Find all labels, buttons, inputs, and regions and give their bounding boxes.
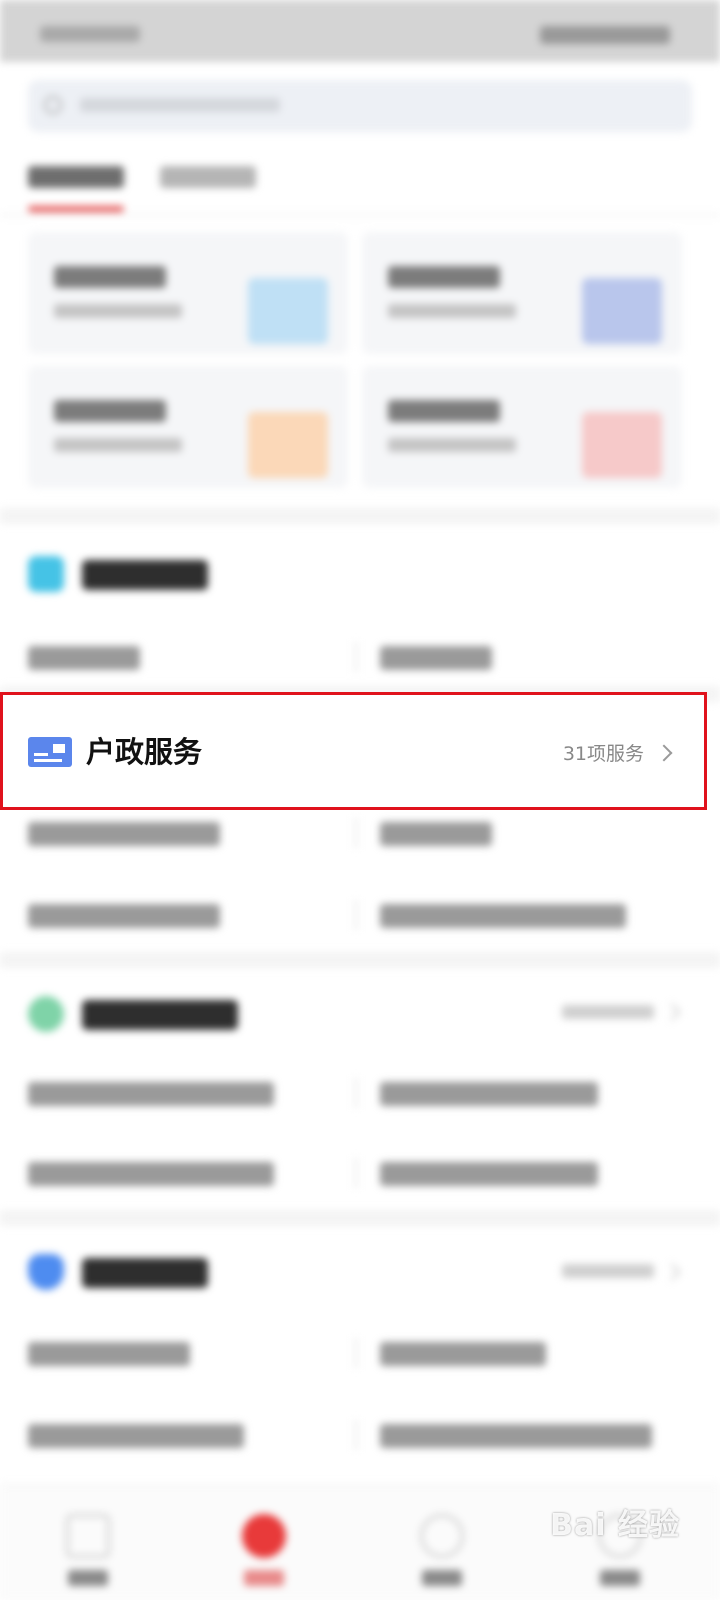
section-title (82, 560, 208, 590)
service-item[interactable] (28, 646, 140, 670)
section-title: 户政服务 (86, 735, 203, 769)
card-title (388, 400, 500, 422)
tab-discover-icon[interactable] (420, 1514, 464, 1558)
column-divider (355, 1078, 357, 1108)
card-subtitle (388, 304, 516, 318)
card-subtitle (54, 304, 182, 318)
tab-divider (0, 214, 720, 216)
service-item[interactable] (28, 904, 220, 928)
column-divider (355, 1338, 357, 1368)
section-count (562, 1005, 654, 1019)
tab-service-label (244, 1570, 284, 1586)
tab-mine-label (600, 1570, 640, 1586)
service-item[interactable] (28, 1342, 190, 1366)
card-guide[interactable] (28, 232, 348, 354)
card-appointment[interactable] (362, 366, 682, 488)
tab-enterprise[interactable] (160, 166, 256, 188)
card-subtitle (388, 438, 516, 452)
tab-personal[interactable] (28, 166, 124, 188)
column-divider (355, 818, 357, 848)
card-title (54, 400, 166, 422)
service-item[interactable] (380, 1424, 652, 1448)
tab-home-label (68, 1570, 108, 1586)
card-illustration (248, 412, 328, 478)
card-online-apply[interactable] (362, 232, 682, 354)
service-item[interactable] (380, 904, 626, 928)
service-item[interactable] (380, 822, 492, 846)
service-item[interactable] (28, 1162, 274, 1186)
card-title (54, 266, 166, 288)
tab-service-icon[interactable] (242, 1514, 286, 1558)
search-placeholder (80, 98, 280, 112)
card-title (388, 266, 500, 288)
chevron-right-icon (663, 1003, 681, 1021)
card-illustration (582, 412, 662, 478)
card-illustration (248, 278, 328, 344)
section-count (562, 1264, 654, 1278)
watermark-logo: Bai 经验 (550, 1508, 680, 1543)
service-item[interactable] (380, 646, 492, 670)
section-title (82, 1258, 208, 1288)
service-item[interactable] (28, 822, 220, 846)
chevron-right-icon (663, 1263, 681, 1281)
search-input[interactable] (28, 80, 692, 132)
status-bar (0, 0, 720, 62)
section-gap (0, 508, 720, 524)
section-gap (0, 952, 720, 968)
section-icon (28, 556, 64, 592)
status-icons (540, 26, 670, 44)
card-subtitle (54, 438, 182, 452)
service-item[interactable] (380, 1082, 598, 1106)
card-illustration (582, 278, 662, 344)
service-item[interactable] (380, 1162, 598, 1186)
hukou-service-section-header[interactable]: 户政服务 31项服务 (0, 692, 707, 810)
search-icon (44, 96, 62, 114)
status-time (40, 26, 140, 42)
column-divider (355, 1158, 357, 1188)
chevron-right-icon (655, 744, 673, 762)
section-gap (0, 1210, 720, 1226)
section-icon (28, 996, 64, 1032)
card-progress[interactable] (28, 366, 348, 488)
id-card-icon (28, 737, 72, 767)
column-divider (355, 900, 357, 930)
section-title (82, 1000, 238, 1030)
service-count: 31项服务 (562, 743, 644, 765)
column-divider (355, 642, 357, 672)
tab-indicator (28, 206, 124, 212)
column-divider (355, 1420, 357, 1450)
service-item[interactable] (380, 1342, 546, 1366)
tab-home-icon[interactable] (66, 1514, 110, 1558)
tab-discover-label (422, 1570, 462, 1586)
section-icon (28, 1254, 64, 1290)
service-item[interactable] (28, 1082, 274, 1106)
service-item[interactable] (28, 1424, 244, 1448)
